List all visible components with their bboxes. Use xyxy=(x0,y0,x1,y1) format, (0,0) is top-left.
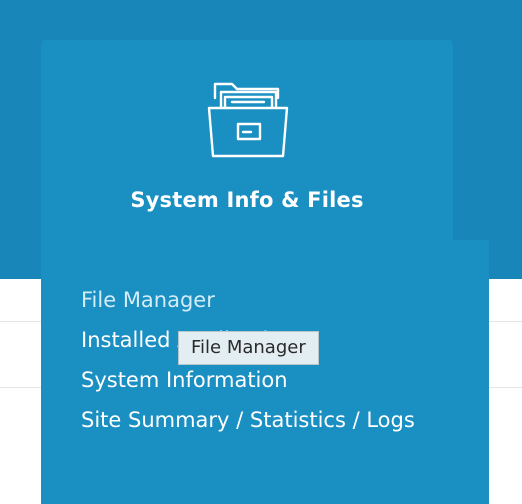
file-manager-tooltip: File Manager xyxy=(178,331,319,365)
file-manager-link[interactable]: File Manager xyxy=(81,285,215,315)
site-summary-statistics-logs-link[interactable]: Site Summary / Statistics / Logs xyxy=(81,405,415,435)
card-title: System Info & Files xyxy=(130,188,364,212)
system-information-link[interactable]: System Information xyxy=(81,365,288,395)
folder-icon xyxy=(207,82,289,158)
